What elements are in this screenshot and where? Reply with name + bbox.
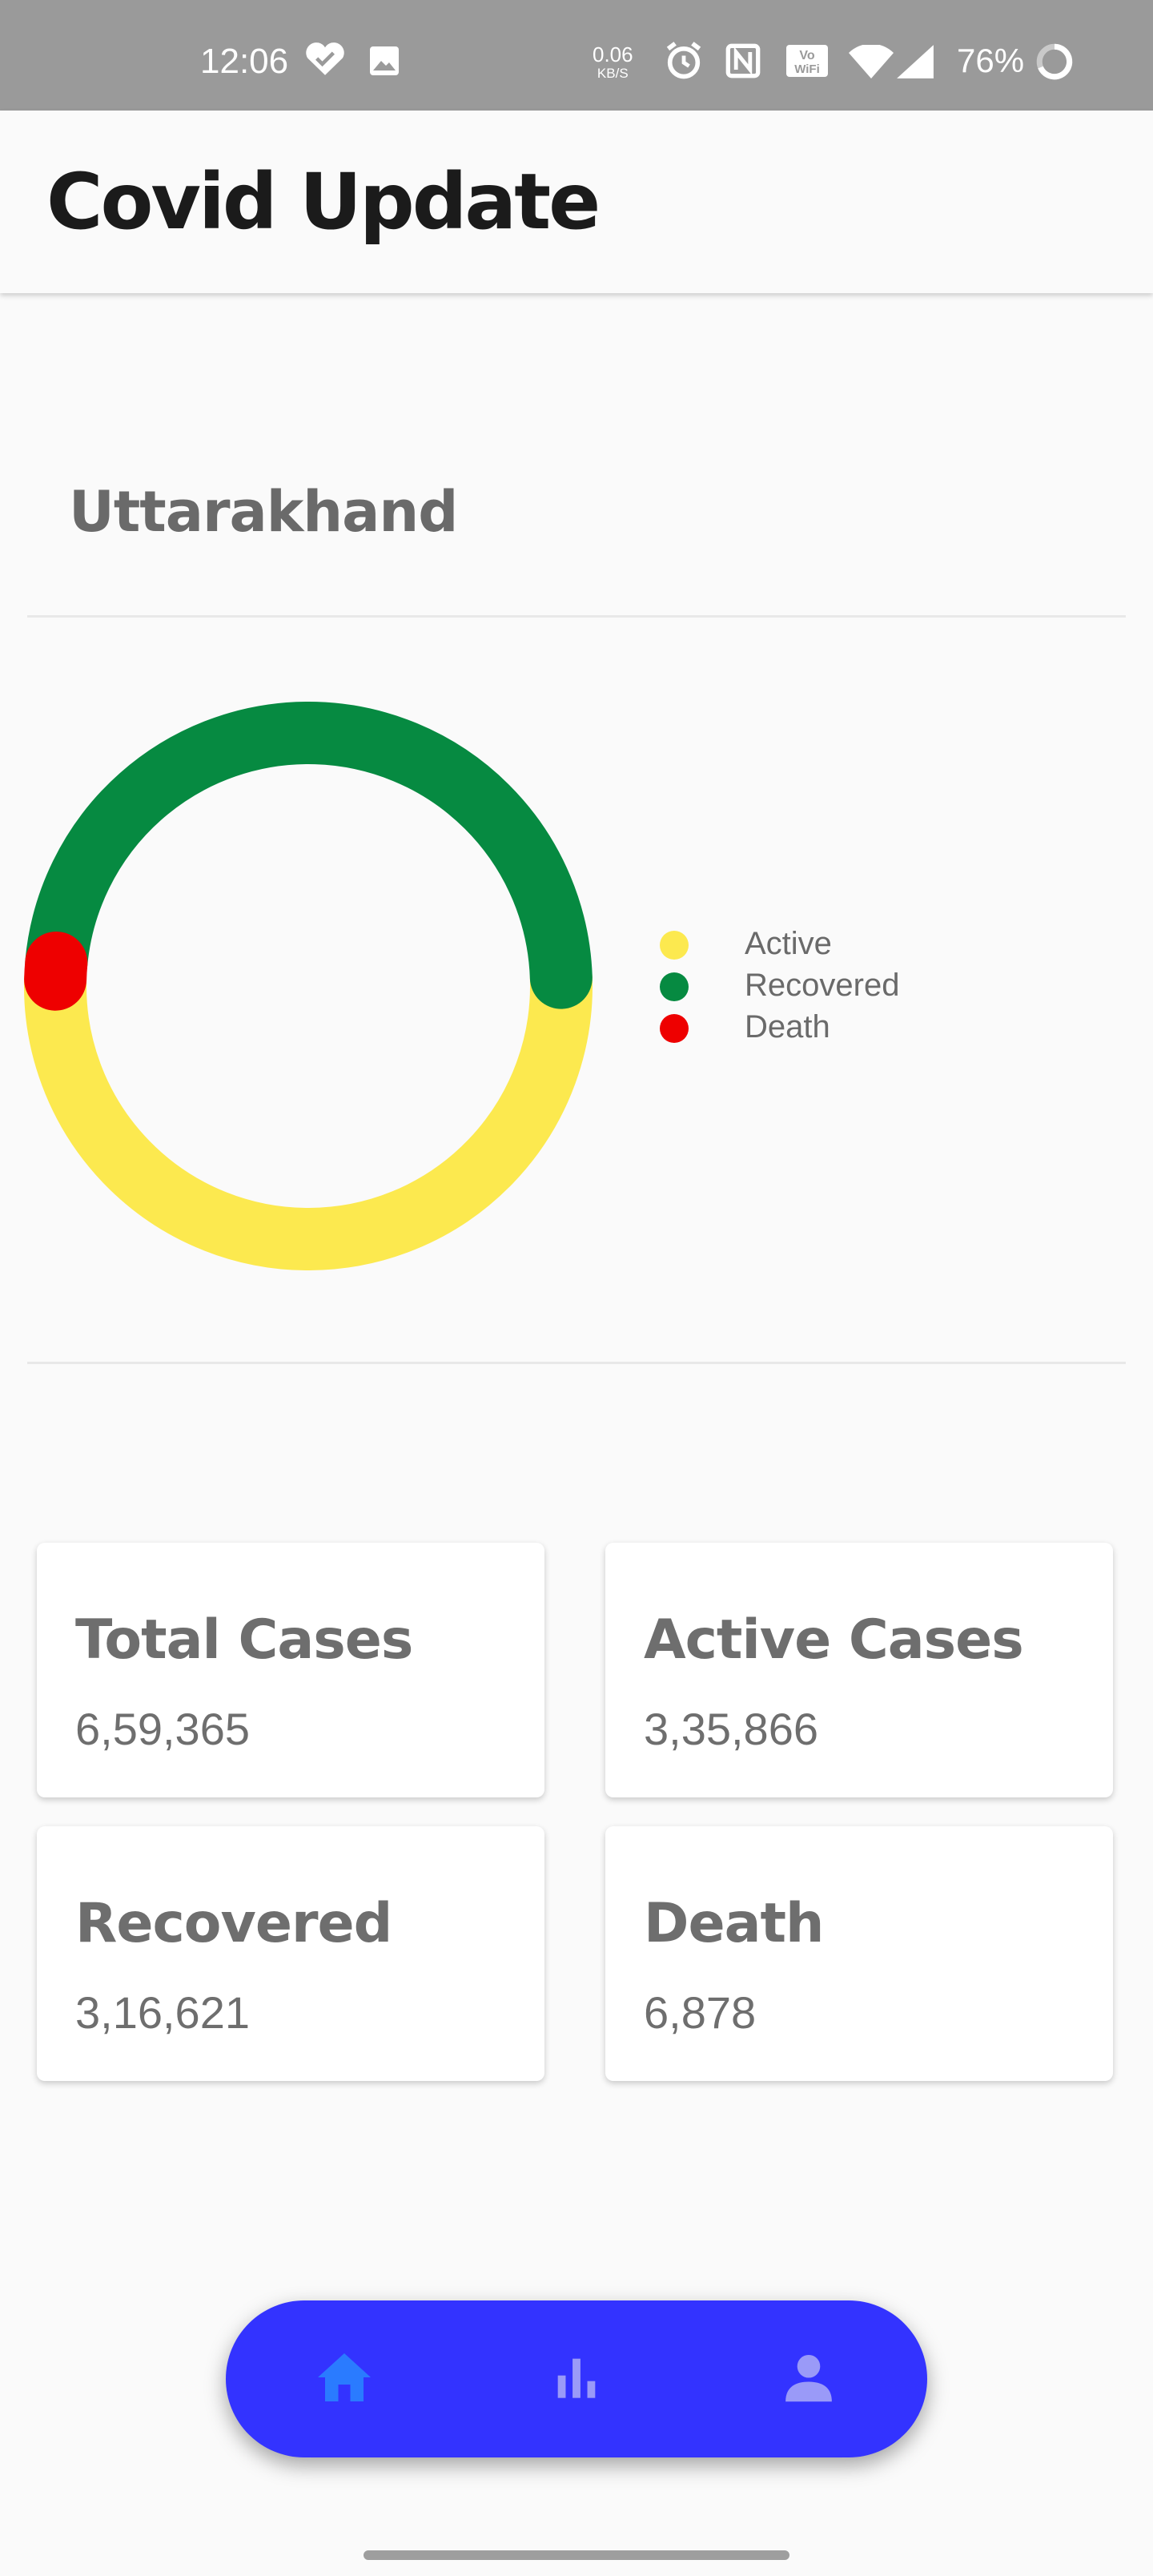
legend-dot-death	[660, 1014, 689, 1043]
network-speed-value: 0.06	[593, 42, 633, 66]
page-title: Covid Update	[46, 157, 601, 247]
donut-slice-death	[24, 932, 88, 1011]
bottom-nav	[226, 2300, 927, 2457]
divider-bottom	[27, 1362, 1126, 1364]
region-name: Uttarakhand	[69, 479, 458, 545]
battery-ring-icon	[1034, 42, 1075, 86]
status-bar: 12:06 0.06 KB/S Vo WiFi 76%	[0, 0, 1153, 111]
network-speed-unit: KB/S	[597, 66, 629, 81]
total-cases-card: Total Cases 6,59,365	[37, 1543, 544, 1797]
active-cases-card: Active Cases 3,35,866	[605, 1543, 1113, 1797]
battery-percent: 76%	[957, 42, 1025, 79]
vowifi-icon: Vo WiFi	[785, 43, 830, 83]
person-icon	[782, 2351, 835, 2408]
network-speed: 0.06 KB/S	[593, 42, 633, 83]
gesture-bar[interactable]	[364, 2550, 789, 2560]
svg-text:WiFi: WiFi	[794, 62, 820, 76]
donut-slice-recovered	[25, 702, 593, 1009]
wifi-icon	[849, 43, 894, 84]
home-icon	[315, 2351, 373, 2408]
legend-label-death: Death	[745, 1009, 830, 1044]
recovered-card: Recovered 3,16,621	[37, 1826, 544, 2081]
death-card: Death 6,878	[605, 1826, 1113, 2081]
death-label: Death	[644, 1892, 824, 1955]
status-time: 12:06	[200, 42, 289, 81]
active-cases-label: Active Cases	[644, 1608, 1024, 1672]
active-cases-value: 3,35,866	[644, 1704, 818, 1754]
bar-chart-icon	[554, 2355, 599, 2404]
heart-check-icon	[303, 40, 348, 81]
nfc-icon	[725, 43, 761, 83]
legend-dot-active	[660, 931, 689, 960]
svg-text:Vo: Vo	[799, 49, 814, 62]
donut-slice-active	[24, 946, 593, 1270]
cases-donut-chart	[24, 702, 593, 1270]
nav-stats-button[interactable]	[536, 2339, 617, 2419]
death-value: 6,878	[644, 1987, 757, 2038]
nav-profile-button[interactable]	[769, 2339, 849, 2419]
recovered-value: 3,16,621	[75, 1987, 250, 2038]
legend-label-recovered: Recovered	[745, 968, 900, 1003]
image-icon	[368, 45, 400, 81]
alarm-icon	[663, 40, 705, 86]
total-cases-value: 6,59,365	[75, 1704, 250, 1754]
legend-label-active: Active	[745, 926, 832, 961]
divider-top	[27, 615, 1126, 618]
total-cases-label: Total Cases	[75, 1608, 413, 1672]
recovered-label: Recovered	[75, 1892, 392, 1955]
app-bar: Covid Update	[0, 111, 1153, 293]
nav-home-button[interactable]	[304, 2339, 384, 2419]
signal-icon	[895, 43, 935, 84]
legend-dot-recovered	[660, 972, 689, 1001]
